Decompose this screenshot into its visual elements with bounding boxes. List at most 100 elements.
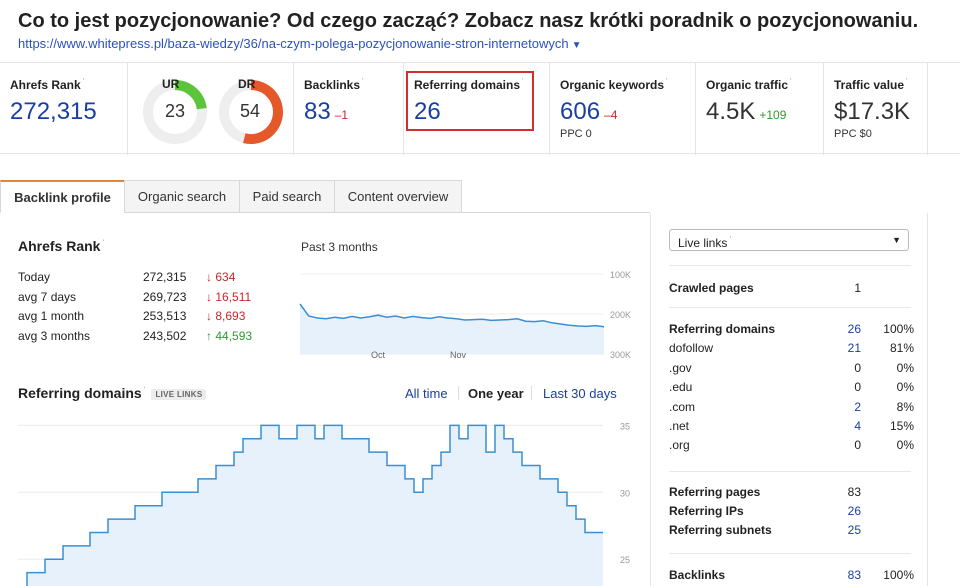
stat-value[interactable]: 83 (848, 568, 861, 582)
tab-content-overview[interactable]: Content overview (334, 180, 462, 213)
stat-row: .edu 0 0% (669, 380, 914, 396)
metric-label: Organic keywords (560, 78, 665, 92)
info-icon[interactable]: ' (906, 77, 908, 86)
chevron-down-icon: ▼ (892, 235, 901, 245)
y-tick-label: 300K (610, 350, 631, 360)
stat-value[interactable]: 2 (854, 400, 861, 414)
stat-label: Referring pages (669, 485, 761, 499)
metric-value: 83 (304, 98, 331, 125)
arrow-up-icon: ↑ (206, 328, 212, 343)
stat-value[interactable]: 26 (848, 322, 861, 336)
metric-delta: +109 (759, 108, 787, 122)
rank-row-label: avg 7 days (18, 289, 77, 304)
metric-backlinks[interactable]: Backlinks ' 83 –1 (294, 63, 404, 155)
x-tick-label: Nov (450, 350, 467, 360)
section-title-text: Ahrefs Rank (18, 238, 101, 254)
stat-row: .org 0 0% (669, 438, 914, 454)
metric-sub: PPC $0 (834, 128, 872, 140)
ur-value: 23 (164, 101, 186, 121)
metric-delta: –1 (334, 108, 349, 122)
stat-label: dofollow (669, 341, 714, 356)
rank-change-value: 16,511 (215, 289, 252, 304)
stat-backlinks: Backlinks 83 100% (669, 568, 914, 584)
stat-label: Referring IPs (669, 504, 744, 518)
y-tick-label: 100K (610, 270, 631, 280)
metric-label-dr: DR (238, 77, 256, 91)
stat-label: .net (669, 419, 690, 433)
info-icon[interactable]: ' (100, 238, 105, 247)
info-icon[interactable]: ' (83, 77, 85, 86)
stat-value[interactable]: 4 (854, 419, 861, 433)
stat-label: .com (669, 399, 696, 414)
rank-row-value: 253,513 (143, 309, 187, 323)
stat-label: .edu (669, 380, 693, 395)
stat-label: Backlinks (669, 568, 726, 582)
rank-change-value: 8,693 (215, 309, 246, 323)
info-icon[interactable]: ' (790, 77, 792, 86)
stat-label: Referring domains (669, 322, 776, 336)
stat-value[interactable]: 21 (848, 341, 861, 355)
right-panel: Live links ' ▼ Crawled pages ' 1 Referrin… (650, 213, 928, 586)
metric-ahrefs-rank[interactable]: Ahrefs Rank ' 272,315 (0, 63, 128, 155)
select-value: Live links (678, 236, 728, 250)
range-one-year[interactable]: One year (468, 386, 524, 401)
info-icon[interactable]: ' (666, 77, 668, 86)
stat-referring-pages: Referring pages 83 (669, 485, 914, 501)
stat-row: .gov 0 0% (669, 361, 914, 377)
stat-row: dofollow 21 81% (669, 341, 914, 357)
metric-value: 4.5K (706, 98, 756, 125)
stat-value[interactable]: 26 (848, 504, 861, 518)
rank-row-change: ↓ 634 (206, 270, 235, 284)
metric-organic-traffic[interactable]: Organic traffic ' 4.5K +109 (696, 63, 824, 155)
metric-organic-keywords[interactable]: Organic keywords ' 606 –4 PPC 0 (550, 63, 696, 155)
stat-value: 83 (847, 485, 861, 499)
metric-sub: PPC 0 (560, 128, 592, 140)
metric-traffic-value[interactable]: Traffic value ' $17.3K PPC $0 (824, 63, 928, 155)
stat-percent: 100% (883, 322, 914, 336)
range-all-time[interactable]: All time (405, 386, 448, 401)
info-icon[interactable]: ' (362, 77, 364, 86)
range-last-30-days[interactable]: Last 30 days (543, 386, 617, 401)
info-icon[interactable]: ' (142, 385, 146, 394)
section-title-text: Referring domains (18, 385, 142, 401)
rank-row-value: 243,502 (143, 328, 187, 343)
live-links-select[interactable]: Live links ' ▼ (669, 229, 909, 251)
ahrefs-rank-title: Ahrefs Rank ' (18, 238, 104, 254)
stat-value: 1 (854, 281, 861, 295)
stat-percent: 0% (896, 438, 914, 453)
rank-row-label: Today (18, 270, 51, 284)
stat-row: .net 4 15% (669, 419, 914, 435)
rank-row-value: 272,315 (143, 270, 187, 284)
series-area (300, 304, 604, 354)
y-tick-label: 200K (610, 310, 631, 320)
divider (669, 307, 911, 308)
range-divider (531, 386, 532, 400)
tab-paid-search[interactable]: Paid search (239, 180, 335, 213)
metric-value: $17.3K (834, 98, 911, 125)
stat-percent: 15% (889, 419, 914, 433)
metric-value: 272,315 (10, 98, 97, 125)
rank-change-value: 44,593 (215, 328, 253, 343)
metric-label: Organic traffic (706, 78, 789, 92)
stat-percent: 8% (896, 399, 914, 414)
rank-row-change: ↑ 44,593 (206, 329, 252, 343)
chevron-down-icon[interactable]: ▼ (572, 40, 582, 51)
page-title: Co to jest pozycjonowanie? Od czego zacz… (18, 10, 919, 32)
arrow-down-icon: ↓ (206, 270, 212, 284)
referring-domains-title: Referring domains ' LIVE LINKS (18, 385, 207, 401)
page-url[interactable]: https://www.whitepress.pl/baza-wiedzy/36… (18, 36, 582, 51)
tab-backlink-profile[interactable]: Backlink profile (0, 180, 125, 213)
rank-row-label: avg 1 month (18, 309, 85, 323)
stat-percent: 81% (889, 341, 914, 356)
stat-percent: 0% (896, 360, 914, 375)
metric-label: Ahrefs Rank (10, 78, 81, 92)
stat-crawled-pages: Crawled pages ' 1 (669, 281, 914, 297)
divider (669, 471, 911, 472)
stat-referring-ips: Referring IPs 26 (669, 504, 914, 520)
info-icon[interactable]: ' (727, 235, 732, 244)
stat-label: Referring subnets (669, 523, 772, 537)
rank-row-change: ↓ 16,511 (206, 290, 251, 304)
stat-value[interactable]: 25 (848, 523, 861, 537)
page-url-text[interactable]: https://www.whitepress.pl/baza-wiedzy/36… (18, 36, 569, 51)
tab-organic-search[interactable]: Organic search (124, 180, 240, 213)
